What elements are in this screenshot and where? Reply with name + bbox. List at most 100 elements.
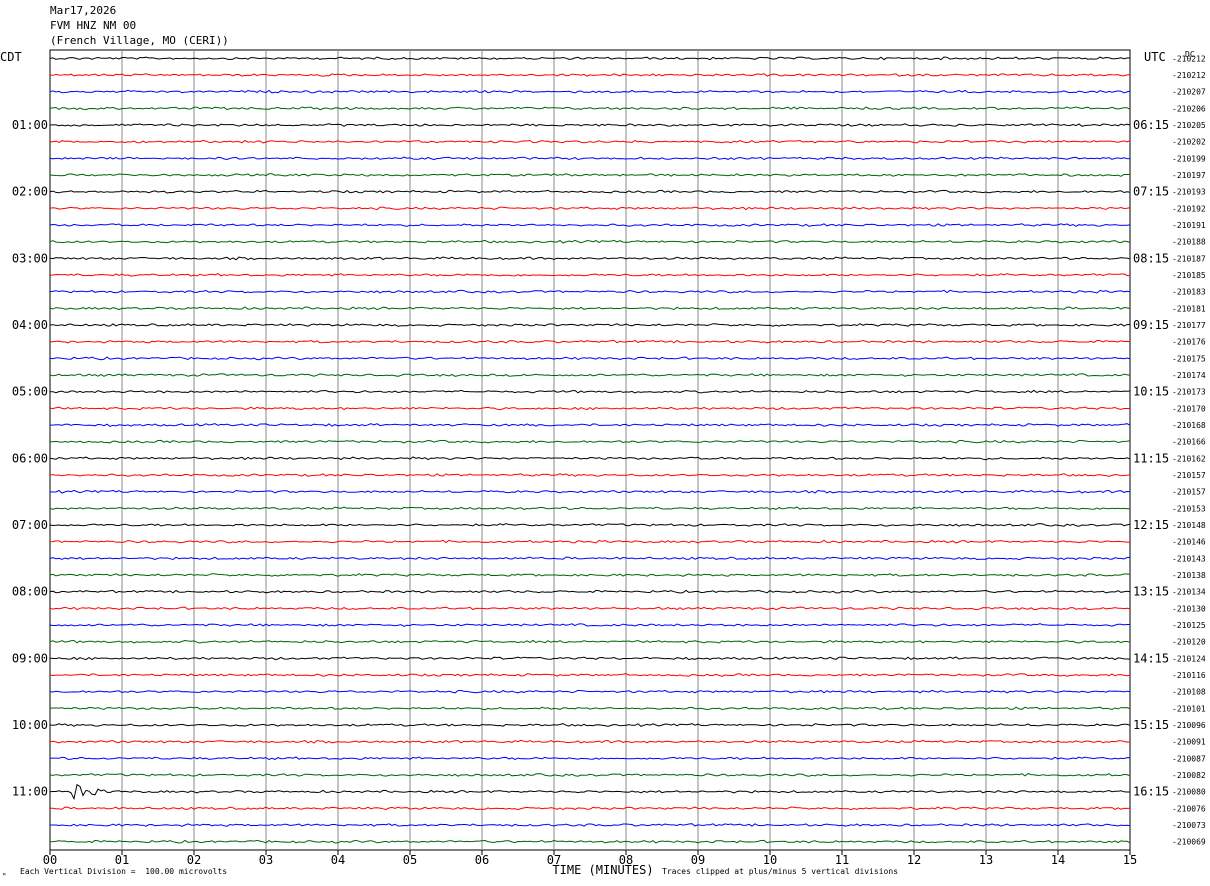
seismic-trace: [49, 773, 1131, 777]
utc-axis-label: UTC: [1144, 50, 1166, 64]
dc-offset-label: -210157: [1172, 488, 1206, 497]
utc-hour-label: 12:15: [1133, 518, 1169, 532]
seismic-trace: [49, 423, 1131, 427]
x-tick-label: 13: [979, 853, 993, 867]
dc-offset-label: -210125: [1172, 621, 1206, 630]
seismic-trace: [49, 123, 1131, 127]
seismic-trace: [49, 489, 1131, 494]
utc-hour-label: 07:15: [1133, 185, 1169, 199]
seismic-trace: [49, 56, 1131, 61]
seismic-trace: [49, 289, 1131, 294]
seismic-trace: [49, 239, 1131, 244]
x-tick-label: 09: [691, 853, 705, 867]
dc-offset-label: -210148: [1172, 521, 1206, 530]
seismic-trace: [49, 339, 1131, 344]
cdt-hour-label: 08:00: [12, 585, 48, 599]
x-axis-label: TIME (MINUTES): [552, 863, 653, 877]
dc-offset-label: -210205: [1172, 121, 1206, 130]
seismic-trace: [49, 189, 1131, 194]
utc-hour-label: 10:15: [1133, 385, 1169, 399]
seismic-trace: [49, 756, 1131, 761]
dc-offset-label: -210080: [1172, 788, 1206, 797]
corner-mark-icon: ᴹ: [2, 872, 7, 880]
seismic-trace: [49, 656, 1131, 661]
x-tick-label: 04: [331, 853, 345, 867]
dc-offset-label: -210175: [1172, 354, 1206, 363]
seismic-trace: [49, 89, 1131, 94]
seismic-trace: [49, 456, 1131, 461]
seismic-trace: [49, 323, 1131, 327]
seismic-trace: [49, 706, 1131, 711]
dc-offset-label: -210177: [1172, 321, 1206, 330]
utc-hour-label: 08:15: [1133, 251, 1169, 265]
seismic-trace: [49, 173, 1130, 177]
seismic-trace: [49, 156, 1131, 161]
cdt-hour-label: 01:00: [12, 118, 48, 132]
seismic-trace: [49, 406, 1130, 411]
dc-offset-label: -210108: [1172, 688, 1206, 697]
seismic-trace: [49, 106, 1131, 111]
seismic-trace: [49, 306, 1131, 311]
seismic-trace: [49, 506, 1131, 511]
cdt-hour-label: 05:00: [12, 385, 48, 399]
seismic-trace: [50, 806, 1131, 811]
cdt-axis-label: CDT: [0, 50, 22, 64]
seismic-trace: [49, 623, 1130, 627]
x-tick-label: 06: [475, 853, 489, 867]
seismic-trace: [49, 356, 1131, 361]
utc-hour-label: 11:15: [1133, 451, 1169, 465]
dc-offset-label: -210130: [1172, 604, 1206, 613]
dc-offset-label: -210096: [1172, 721, 1206, 730]
dc-offset-label: -210207: [1172, 88, 1206, 97]
dc-offset-label: -210181: [1172, 304, 1206, 313]
dc-offset-label: -210168: [1172, 421, 1206, 430]
seismic-trace: [49, 606, 1131, 611]
seismic-trace: [49, 739, 1131, 744]
x-tick-label: 12: [907, 853, 921, 867]
utc-hour-label: 06:15: [1133, 118, 1169, 132]
dc-offset-label: -210170: [1172, 404, 1206, 413]
dc-offset-label: -210101: [1172, 704, 1206, 713]
dc-offset-label: -210212: [1172, 71, 1206, 80]
seismic-trace: [49, 473, 1131, 477]
seismic-trace: [50, 389, 1131, 394]
seismic-trace: [49, 723, 1131, 727]
dc-offset-label: -210192: [1172, 204, 1206, 213]
seismic-trace: [49, 256, 1131, 261]
dc-offset-label: -210120: [1172, 638, 1206, 647]
dc-offset-label: -210157: [1172, 471, 1206, 480]
x-tick-label: 11: [835, 853, 849, 867]
x-tick-label: 02: [187, 853, 201, 867]
x-tick-label: 14: [1051, 853, 1065, 867]
seismic-trace: [49, 673, 1131, 677]
cdt-hour-label: 04:00: [12, 318, 48, 332]
seismic-trace: [50, 439, 1131, 444]
plot-frame: [49, 49, 1131, 851]
seismic-trace: [49, 273, 1131, 277]
seismic-trace: [49, 783, 1130, 801]
seismic-trace: [50, 139, 1131, 144]
dc-offset-label: -210073: [1172, 821, 1206, 830]
cdt-hour-label: 03:00: [12, 251, 48, 265]
dc-offset-label: -210143: [1172, 554, 1206, 563]
dc-offset-label: -210187: [1172, 254, 1206, 263]
dc-offset-label: -210166: [1172, 438, 1206, 447]
cdt-hour-label: 10:00: [12, 718, 48, 732]
dc-offset-label: -210173: [1172, 388, 1206, 397]
dc-offset-label: -210206: [1172, 104, 1206, 113]
dc-offset-label: -210162: [1172, 454, 1206, 463]
dc-offset-label: -210174: [1172, 371, 1206, 380]
seismic-trace: [49, 639, 1131, 644]
seismic-trace: [49, 373, 1131, 377]
dc-offset-label: -210176: [1172, 338, 1206, 347]
utc-hour-label: 16:15: [1133, 785, 1169, 799]
seismic-trace: [49, 73, 1131, 77]
scale-note: Each Vertical Division = 100.00 microvol…: [20, 867, 228, 876]
dc-offset-label: -210116: [1172, 671, 1206, 680]
dc-offset-label: -210082: [1172, 771, 1206, 780]
x-tick-label: 15: [1123, 853, 1137, 867]
helicorder-plot: -210212-210212-210207-210206-210205-2102…: [0, 49, 1206, 877]
seismic-trace: [49, 556, 1131, 561]
seismic-trace: [49, 206, 1131, 211]
location-label: (French Village, MO (CERI)): [50, 34, 229, 47]
